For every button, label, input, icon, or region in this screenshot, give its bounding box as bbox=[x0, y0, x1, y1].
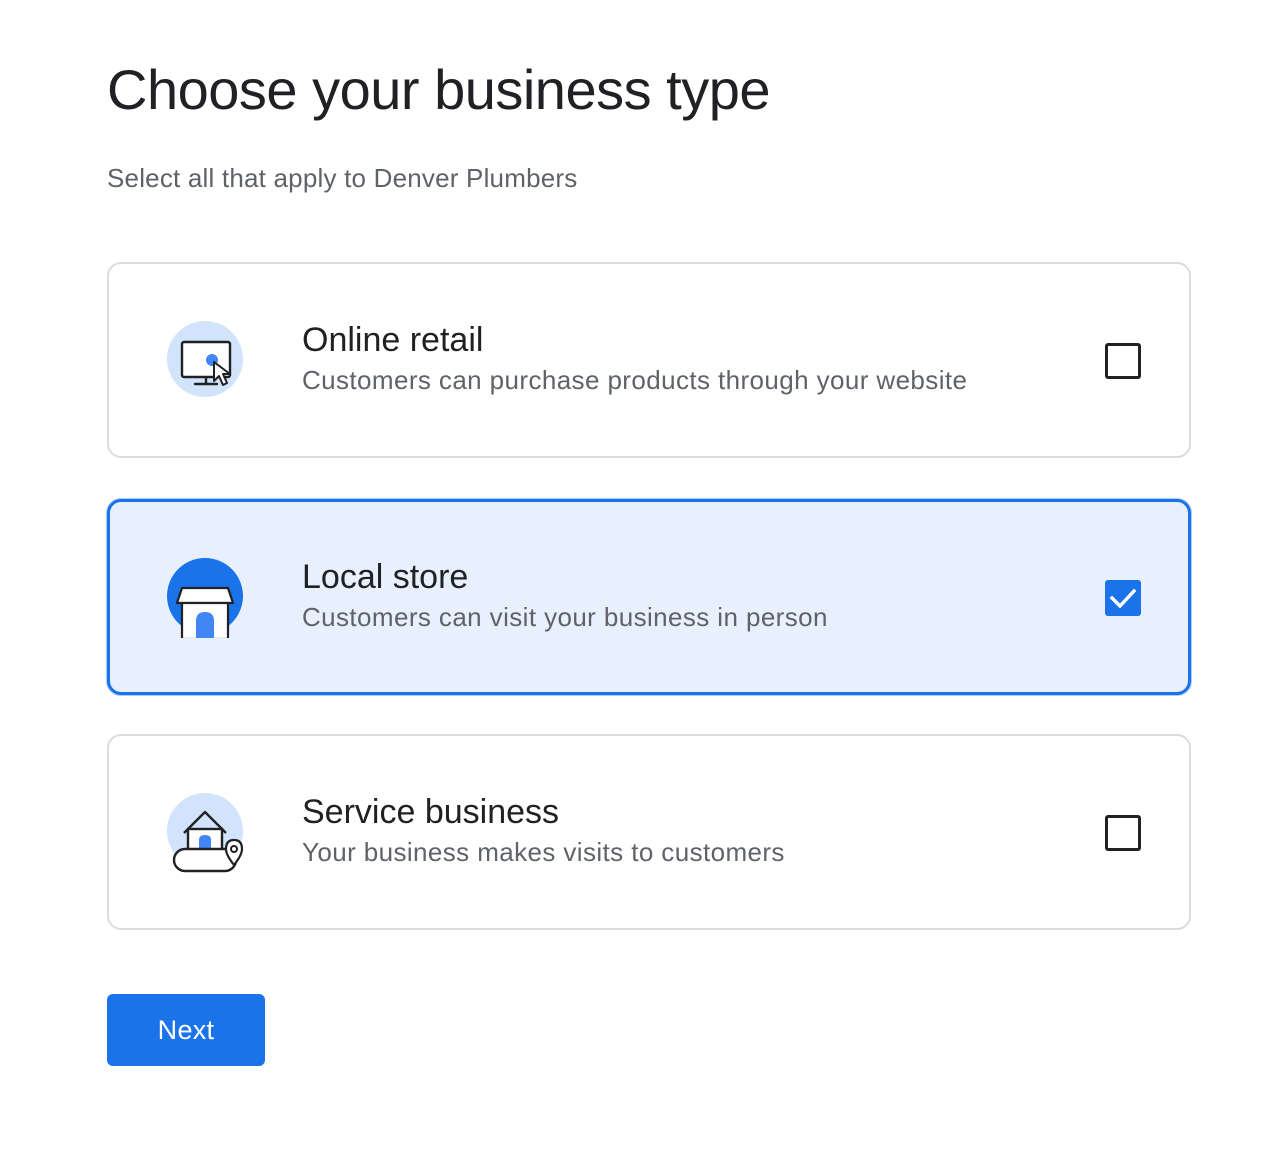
option-description: Customers can purchase products through … bbox=[302, 365, 968, 395]
storefront-icon bbox=[167, 558, 247, 638]
option-text: Local store Customers can visit your bus… bbox=[302, 557, 828, 633]
option-card-local-store[interactable]: Local store Customers can visit your bus… bbox=[107, 499, 1191, 695]
checkmark-icon bbox=[1109, 588, 1137, 609]
option-card-service-business[interactable]: Service business Your business makes vis… bbox=[107, 734, 1191, 930]
local-store-checkbox[interactable] bbox=[1105, 580, 1141, 616]
option-text: Online retail Customers can purchase pro… bbox=[302, 320, 967, 396]
option-title: Service business bbox=[302, 793, 560, 831]
option-text: Service business Your business makes vis… bbox=[302, 792, 785, 868]
service-business-checkbox[interactable] bbox=[1105, 815, 1141, 851]
next-button[interactable]: Next bbox=[107, 994, 265, 1066]
option-title: Online retail bbox=[302, 321, 484, 359]
house-location-icon bbox=[167, 793, 247, 873]
page-title: Choose your business type bbox=[107, 58, 771, 121]
computer-cursor-icon bbox=[167, 321, 247, 401]
option-description: Your business makes visits to customers bbox=[302, 837, 785, 867]
page-subtitle: Select all that apply to Denver Plumbers bbox=[107, 163, 578, 193]
option-title: Local store bbox=[302, 558, 469, 596]
online-retail-checkbox[interactable] bbox=[1105, 343, 1141, 379]
option-card-online-retail[interactable]: Online retail Customers can purchase pro… bbox=[107, 262, 1191, 458]
option-description: Customers can visit your business in per… bbox=[302, 602, 828, 632]
